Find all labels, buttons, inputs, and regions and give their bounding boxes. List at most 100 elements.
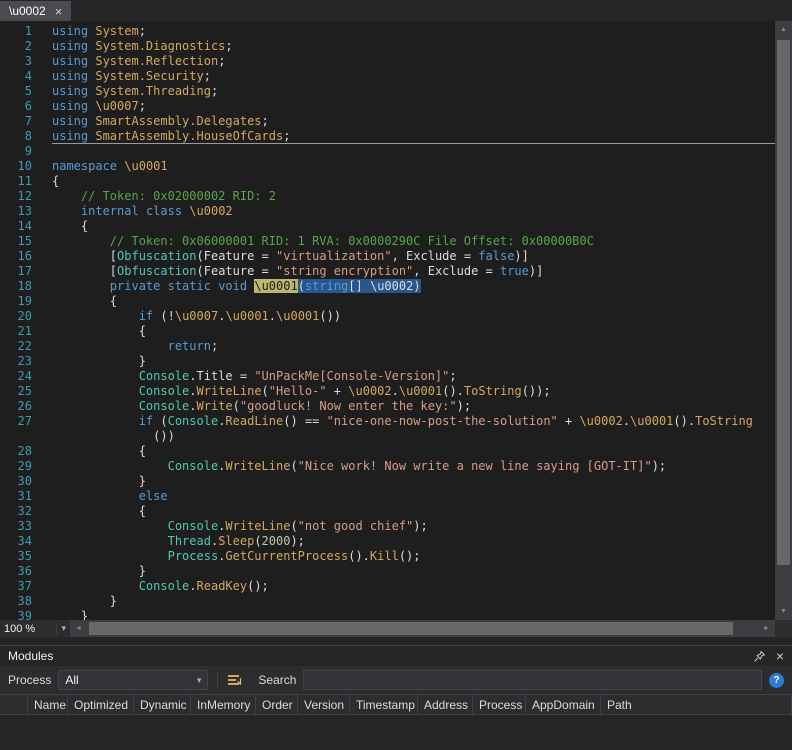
code-line[interactable]: 38 } — [0, 594, 775, 609]
column-header-icon[interactable] — [0, 695, 28, 714]
document-tab[interactable]: \u0002 × — [0, 1, 72, 21]
code-line[interactable]: 3 using System.Reflection; — [0, 54, 775, 69]
line-number[interactable]: 5 — [0, 84, 52, 99]
code-line[interactable]: 19 { — [0, 294, 775, 309]
line-number[interactable]: 23 — [0, 354, 52, 369]
line-number[interactable]: 27 — [0, 414, 52, 429]
line-number[interactable]: 2 — [0, 39, 52, 54]
code-line[interactable]: 12 // Token: 0x02000002 RID: 2 — [0, 189, 775, 204]
code-line[interactable]: 15 // Token: 0x06000001 RID: 1 RVA: 0x00… — [0, 234, 775, 249]
horizontal-scroll-thumb[interactable] — [89, 622, 734, 635]
line-number[interactable]: 28 — [0, 444, 52, 459]
line-number[interactable]: 36 — [0, 564, 52, 579]
scroll-up-icon[interactable]: ▲ — [775, 21, 792, 38]
line-number[interactable]: 8 — [0, 129, 52, 144]
line-number[interactable]: 16 — [0, 249, 52, 264]
line-number[interactable]: 26 — [0, 399, 52, 414]
panel-splitter[interactable] — [0, 637, 792, 645]
vertical-scroll-thumb[interactable] — [777, 40, 790, 566]
line-number[interactable]: 4 — [0, 69, 52, 84]
code-line[interactable]: 37 Console.ReadKey(); — [0, 579, 775, 594]
code-editor[interactable]: 1 using System; 2 using System.Diagnostics;… — [0, 21, 775, 620]
line-number[interactable]: 17 — [0, 264, 52, 279]
code-line[interactable]: 33 Console.WriteLine("not good chief"); — [0, 519, 775, 534]
line-number[interactable]: 18 — [0, 279, 52, 294]
column-header-name[interactable]: Name — [28, 695, 68, 714]
line-number[interactable]: 11 — [0, 174, 52, 189]
vertical-scrollbar[interactable]: ▲ ▼ — [775, 21, 792, 620]
code-line[interactable]: 28 { — [0, 444, 775, 459]
line-number[interactable]: 7 — [0, 114, 52, 129]
line-number[interactable]: 21 — [0, 324, 52, 339]
code-line[interactable]: 29 Console.WriteLine("Nice work! Now wri… — [0, 459, 775, 474]
line-number[interactable]: 32 — [0, 504, 52, 519]
line-number[interactable]: 13 — [0, 204, 52, 219]
close-icon[interactable]: × — [776, 649, 784, 663]
code-line[interactable]: 16 [Obfuscation(Feature = "virtualizatio… — [0, 249, 775, 264]
code-line[interactable]: 18 private static void \u0001(string[] \… — [0, 279, 775, 294]
line-number[interactable]: 31 — [0, 489, 52, 504]
pin-icon[interactable] — [753, 650, 766, 663]
line-number[interactable]: 1 — [0, 24, 52, 39]
line-number[interactable] — [0, 429, 52, 444]
line-number[interactable]: 10 — [0, 159, 52, 174]
horizontal-scroll-track[interactable] — [87, 620, 758, 637]
line-number[interactable]: 12 — [0, 189, 52, 204]
zoom-control[interactable]: 100 % ▾ — [0, 620, 70, 637]
vertical-scroll-track[interactable] — [775, 38, 792, 603]
line-number[interactable]: 3 — [0, 54, 52, 69]
code-line[interactable]: 35 Process.GetCurrentProcess().Kill(); — [0, 549, 775, 564]
line-number[interactable]: 19 — [0, 294, 52, 309]
column-header-process[interactable]: Process — [473, 695, 526, 714]
code-line[interactable]: 26 Console.Write("goodluck! Now enter th… — [0, 399, 775, 414]
line-number[interactable]: 30 — [0, 474, 52, 489]
code-line[interactable]: 22 return; — [0, 339, 775, 354]
code-line[interactable]: 20 if (!\u0007.\u0001.\u0001()) — [0, 309, 775, 324]
code-line[interactable]: 4 using System.Security; — [0, 69, 775, 84]
code-line[interactable]: 21 { — [0, 324, 775, 339]
line-number[interactable]: 35 — [0, 549, 52, 564]
scroll-right-icon[interactable]: ► — [758, 620, 775, 637]
horizontal-scrollbar[interactable]: ◄ ► — [70, 620, 775, 637]
code-line[interactable]: 7 using SmartAssembly.Delegates; — [0, 114, 775, 129]
column-header-address[interactable]: Address — [418, 695, 473, 714]
code-line[interactable]: 17 [Obfuscation(Feature = "string encryp… — [0, 264, 775, 279]
scroll-down-icon[interactable]: ▼ — [775, 603, 792, 620]
line-number[interactable]: 33 — [0, 519, 52, 534]
line-number[interactable]: 24 — [0, 369, 52, 384]
search-input[interactable] — [303, 670, 762, 690]
code-line[interactable]: 36 } — [0, 564, 775, 579]
line-number[interactable]: 15 — [0, 234, 52, 249]
code-line[interactable]: 10 namespace \u0001 — [0, 159, 775, 174]
code-line[interactable]: 8 using SmartAssembly.HouseOfCards; — [0, 129, 775, 144]
column-header-timestamp[interactable]: Timestamp — [350, 695, 418, 714]
line-number[interactable]: 25 — [0, 384, 52, 399]
scroll-left-icon[interactable]: ◄ — [70, 620, 87, 637]
column-header-order[interactable]: Order — [256, 695, 298, 714]
code-line[interactable]: 9 — [0, 144, 775, 159]
code-line[interactable]: 32 { — [0, 504, 775, 519]
code-line[interactable]: 11{ — [0, 174, 775, 189]
line-number[interactable]: 9 — [0, 144, 52, 159]
code-line[interactable]: 27 if (Console.ReadLine() == "nice-one-n… — [0, 414, 775, 429]
process-dropdown[interactable]: All ▾ — [58, 670, 209, 690]
code-line[interactable]: 14 { — [0, 219, 775, 234]
line-number[interactable]: 6 — [0, 99, 52, 114]
line-number[interactable]: 37 — [0, 579, 52, 594]
code-line[interactable]: 6 using \u0007; — [0, 99, 775, 114]
line-number[interactable]: 34 — [0, 534, 52, 549]
code-line[interactable]: 30 } — [0, 474, 775, 489]
column-header-optimized[interactable]: Optimized — [68, 695, 134, 714]
code-line[interactable]: 1 using System; — [0, 24, 775, 39]
code-line[interactable]: 24 Console.Title = "UnPackMe[Console-Ver… — [0, 369, 775, 384]
code-line[interactable]: 34 Thread.Sleep(2000); — [0, 534, 775, 549]
line-number[interactable]: 38 — [0, 594, 52, 609]
column-header-appdomain[interactable]: AppDomain — [526, 695, 601, 714]
code-line[interactable]: 25 Console.WriteLine("Hello-" + \u0002.\… — [0, 384, 775, 399]
code-line[interactable]: 39 } — [0, 609, 775, 620]
modules-list[interactable] — [0, 715, 792, 750]
column-header-version[interactable]: Version — [298, 695, 350, 714]
code-line[interactable]: 13 internal class \u0002 — [0, 204, 775, 219]
line-number[interactable]: 22 — [0, 339, 52, 354]
code-line[interactable]: 5 using System.Threading; — [0, 84, 775, 99]
